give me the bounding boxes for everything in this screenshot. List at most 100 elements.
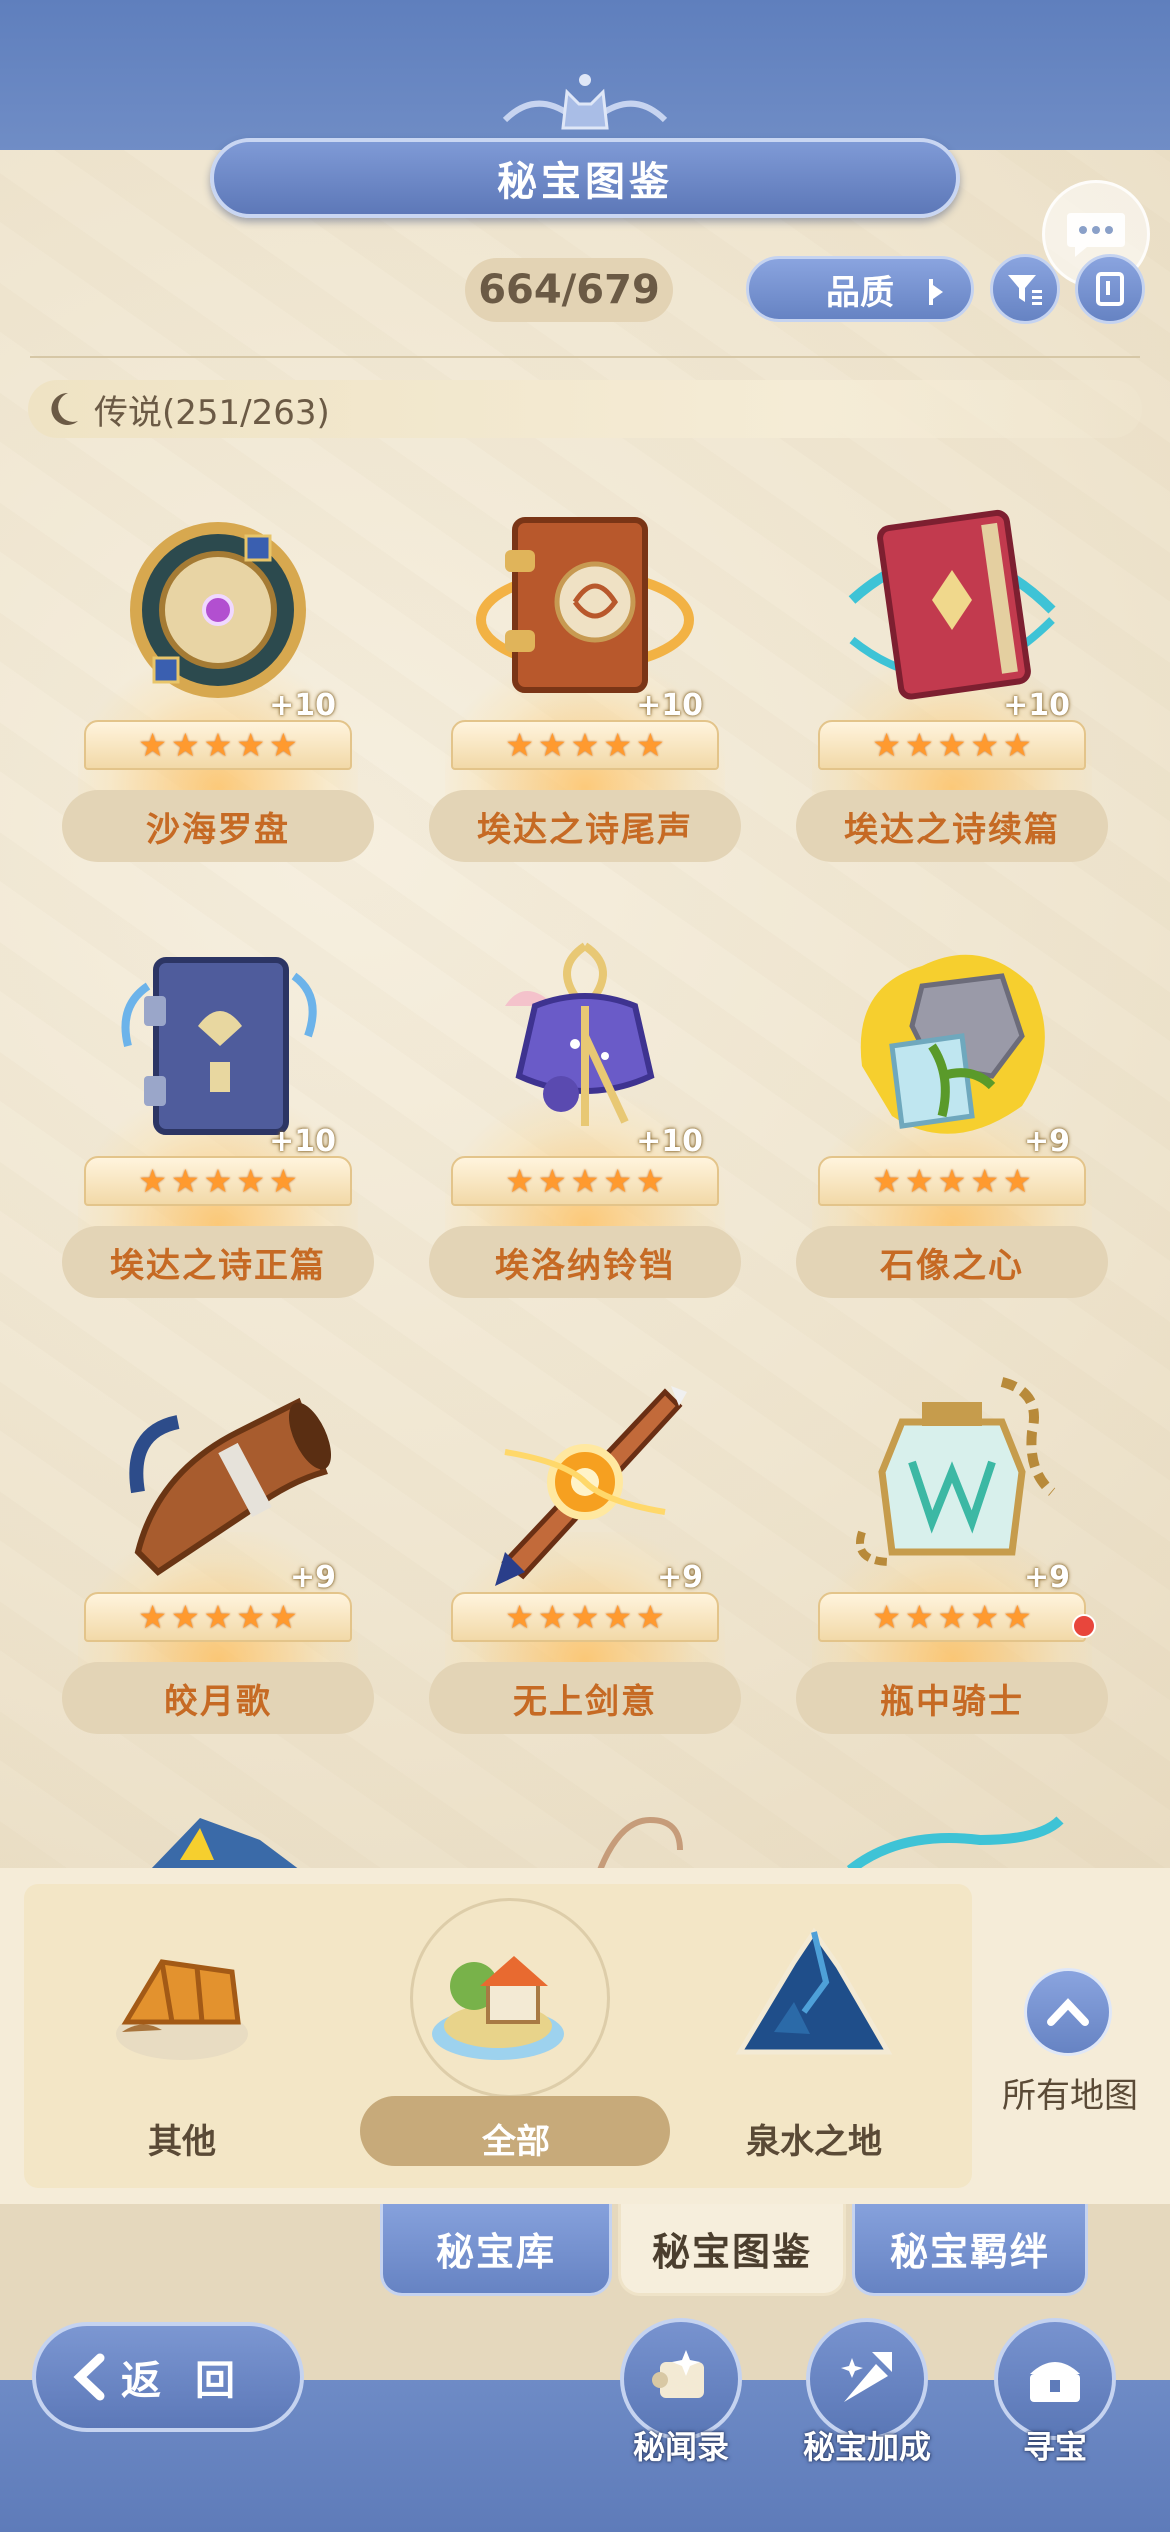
- star-rating: ★ ★ ★ ★ ★: [84, 720, 352, 770]
- rarity-header: 传说(251/263): [28, 380, 1142, 438]
- tab-codex[interactable]: 秘宝图鉴: [618, 2204, 846, 2296]
- rarity-header-label: 传说(251/263): [94, 392, 330, 433]
- star-icon: ★: [236, 1162, 266, 1200]
- star-icon: ★: [603, 1162, 633, 1200]
- notification-dot: [1072, 1614, 1096, 1638]
- refine-level: +10: [636, 688, 703, 723]
- refine-level: +9: [1023, 1560, 1070, 1595]
- region-all[interactable]: 全部: [340, 1884, 670, 2188]
- star-icon: ★: [236, 726, 266, 764]
- star-icon: ★: [603, 1598, 633, 1636]
- sort-arrow-icon: [929, 279, 943, 305]
- star-icon: ★: [236, 1598, 266, 1636]
- star-icon: ★: [170, 1598, 200, 1636]
- book-view-button[interactable]: [1075, 254, 1145, 324]
- treasure-name: 埃达之诗续篇: [796, 790, 1108, 862]
- quality-sort-button[interactable]: 品质: [746, 256, 974, 322]
- star-icon: ★: [636, 1162, 665, 1200]
- treasure-name: 埃达之诗正篇: [62, 1226, 374, 1298]
- star-icon: ★: [138, 1162, 167, 1200]
- all-maps-label: 所有地图: [1002, 2076, 1138, 2116]
- star-icon: ★: [138, 726, 167, 764]
- star-icon: ★: [937, 726, 967, 764]
- star-icon: ★: [872, 1598, 901, 1636]
- treasure-card[interactable]: +10 ★ ★ ★ ★ ★ 埃达之诗续篇: [796, 480, 1108, 880]
- star-icon: ★: [570, 726, 600, 764]
- star-icon: ★: [1003, 1162, 1032, 1200]
- refine-level: +10: [636, 1124, 703, 1159]
- treasure-name: 无上剑意: [429, 1662, 741, 1734]
- star-icon: ★: [203, 1162, 233, 1200]
- treasure-hunt-icon: [1030, 2362, 1080, 2402]
- star-rating: ★ ★ ★ ★ ★: [818, 1592, 1086, 1642]
- treasure-card[interactable]: +9 ★ ★ ★ ★ ★ 皎月歌: [62, 1352, 374, 1752]
- region-label: 泉水之地: [746, 2122, 882, 2162]
- filter-button[interactable]: [990, 254, 1060, 324]
- star-rating: ★ ★ ★ ★ ★: [451, 1156, 719, 1206]
- star-icon: ★: [1003, 1598, 1032, 1636]
- star-icon: ★: [505, 1162, 534, 1200]
- region-other[interactable]: 其他: [24, 1884, 340, 2188]
- star-icon: ★: [970, 1162, 1000, 1200]
- star-icon: ★: [1003, 726, 1032, 764]
- back-button[interactable]: 返 回: [32, 2322, 304, 2432]
- tab-vault[interactable]: 秘宝库: [380, 2204, 612, 2296]
- scroll-icon: [652, 2350, 704, 2398]
- treasure-card[interactable]: +10 ★ ★ ★ ★ ★ 埃达之诗尾声: [429, 480, 741, 880]
- star-icon: ★: [872, 726, 901, 764]
- treasure-card[interactable]: +10 ★ ★ ★ ★ ★ 沙海罗盘: [62, 480, 374, 880]
- treasure-card[interactable]: +10 ★ ★ ★ ★ ★ 埃洛纳铃铛: [429, 916, 741, 1316]
- treasure-name: 沙海罗盘: [62, 790, 374, 862]
- lore-button[interactable]: 秘闻录: [616, 2318, 746, 2468]
- star-icon: ★: [872, 1162, 901, 1200]
- star-icon: ★: [269, 1162, 298, 1200]
- all-region-icon: [432, 1956, 564, 2060]
- mountain-region-icon: [735, 1927, 893, 2055]
- region-label: 全部: [482, 2122, 550, 2162]
- star-icon: ★: [636, 726, 665, 764]
- boost-label: 秘宝加成: [802, 2428, 931, 2466]
- refine-level: +9: [289, 1560, 336, 1595]
- star-icon: ★: [970, 1598, 1000, 1636]
- region-springs[interactable]: 泉水之地: [656, 1884, 972, 2188]
- treasure-name: 埃洛纳铃铛: [429, 1226, 741, 1298]
- star-icon: ★: [904, 1598, 934, 1636]
- treasure-hunt-label: 寻宝: [1022, 2428, 1087, 2466]
- star-icon: ★: [170, 726, 200, 764]
- star-icon: ★: [537, 1162, 567, 1200]
- treasure-card[interactable]: +10 ★ ★ ★ ★ ★ 埃达之诗正篇: [62, 916, 374, 1316]
- quality-sort-label: 品质: [826, 272, 894, 313]
- lore-label: 秘闻录: [632, 2428, 729, 2466]
- treasure-card[interactable]: +9 ★ ★ ★ ★ ★ 石像之心: [796, 916, 1108, 1316]
- treasure-name: 瓶中骑士: [796, 1662, 1108, 1734]
- boost-button[interactable]: 秘宝加成: [802, 2318, 932, 2468]
- tab-bond[interactable]: 秘宝羁绊: [852, 2204, 1088, 2296]
- region-label: 其他: [148, 2122, 216, 2162]
- treasure-hunt-button[interactable]: 寻宝: [990, 2318, 1120, 2468]
- refine-level: +10: [269, 1124, 336, 1159]
- star-icon: ★: [170, 1162, 200, 1200]
- star-icon: ★: [937, 1598, 967, 1636]
- star-rating: ★ ★ ★ ★ ★: [451, 1592, 719, 1642]
- star-icon: ★: [138, 1598, 167, 1636]
- all-maps-button[interactable]: [1024, 1968, 1112, 2056]
- treasure-card[interactable]: +9 ★ ★ ★ ★ ★ 无上剑意: [429, 1352, 741, 1752]
- star-icon: ★: [203, 1598, 233, 1636]
- back-label: 返 回: [121, 2358, 245, 2404]
- star-icon: ★: [203, 726, 233, 764]
- star-icon: ★: [537, 1598, 567, 1636]
- region-list: 其他 全部 泉水之地: [24, 1884, 972, 2188]
- star-rating: ★ ★ ★ ★ ★: [84, 1156, 352, 1206]
- star-icon: ★: [570, 1598, 600, 1636]
- refine-level: +10: [269, 688, 336, 723]
- star-icon: ★: [570, 1162, 600, 1200]
- star-icon: ★: [904, 1162, 934, 1200]
- star-icon: ★: [269, 726, 298, 764]
- treasure-card[interactable]: +9 ★ ★ ★ ★ ★ 瓶中骑士: [796, 1352, 1108, 1752]
- star-icon: ★: [636, 1598, 665, 1636]
- filter-icon: [1008, 275, 1042, 305]
- star-icon: ★: [937, 1162, 967, 1200]
- star-icon: ★: [970, 726, 1000, 764]
- cat-ornament-icon: [502, 74, 668, 130]
- title-banner: 秘宝图鉴: [210, 138, 960, 218]
